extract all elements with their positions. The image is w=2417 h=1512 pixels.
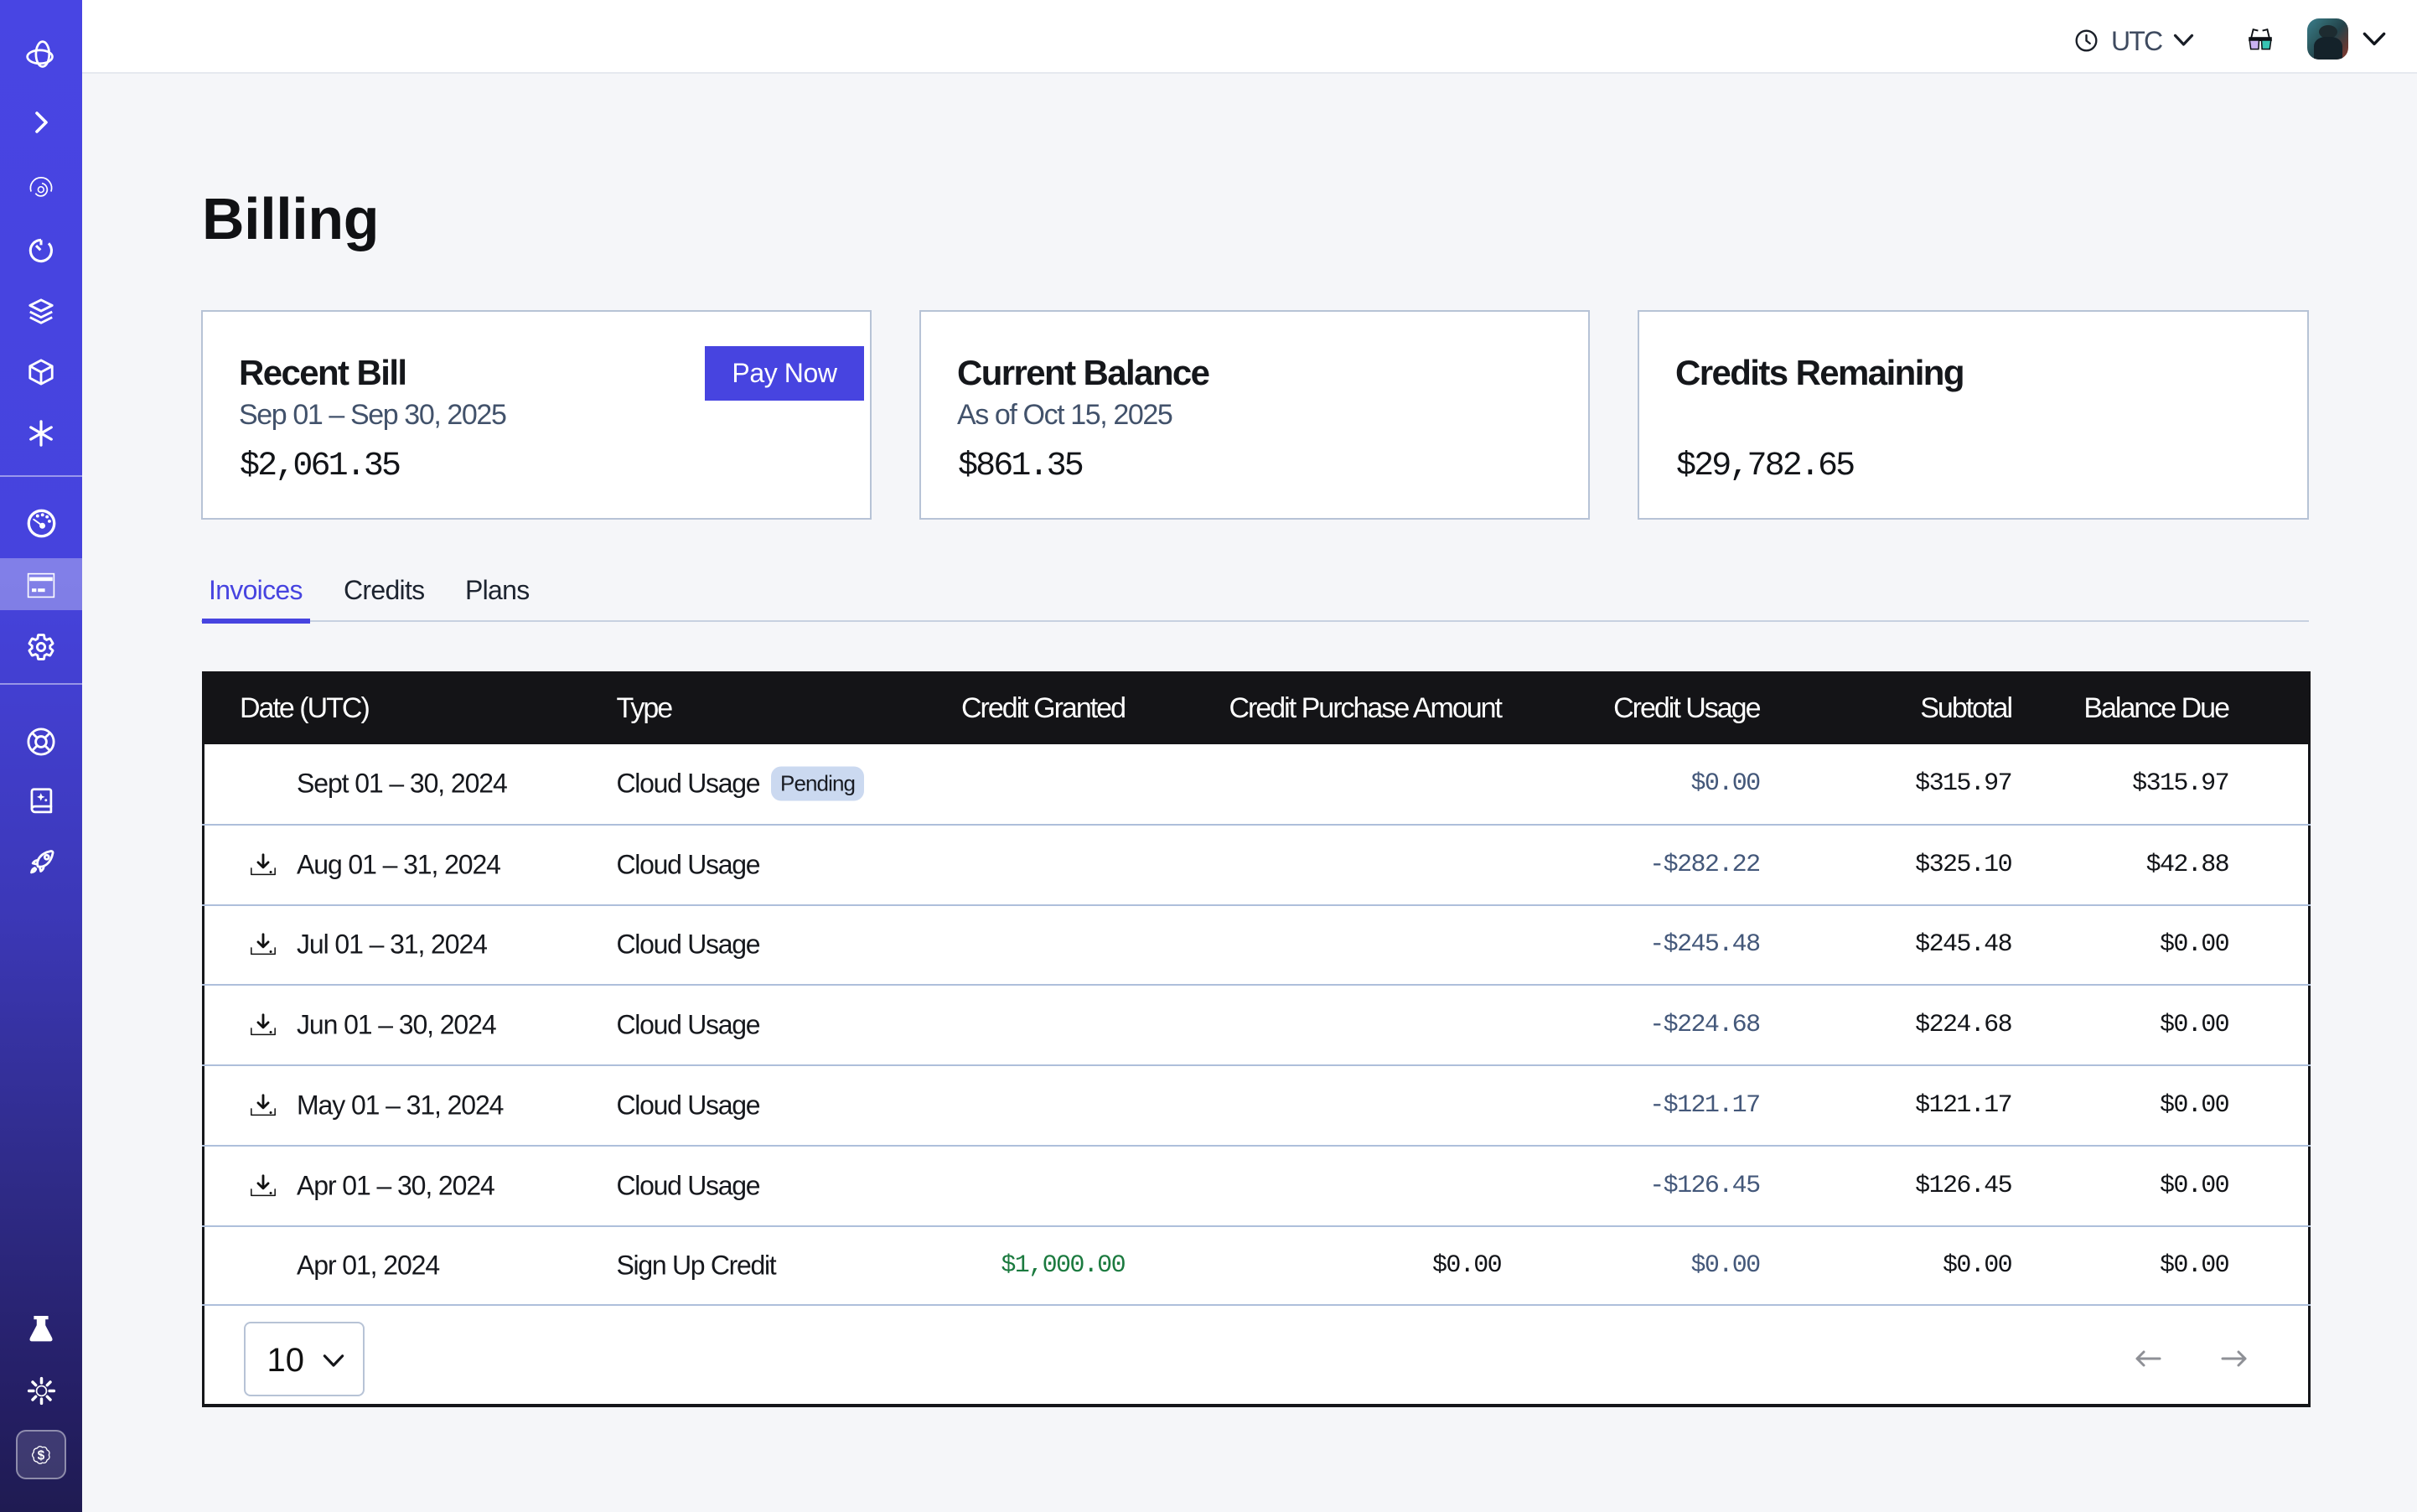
svg-text:$: $ [38, 1448, 45, 1463]
